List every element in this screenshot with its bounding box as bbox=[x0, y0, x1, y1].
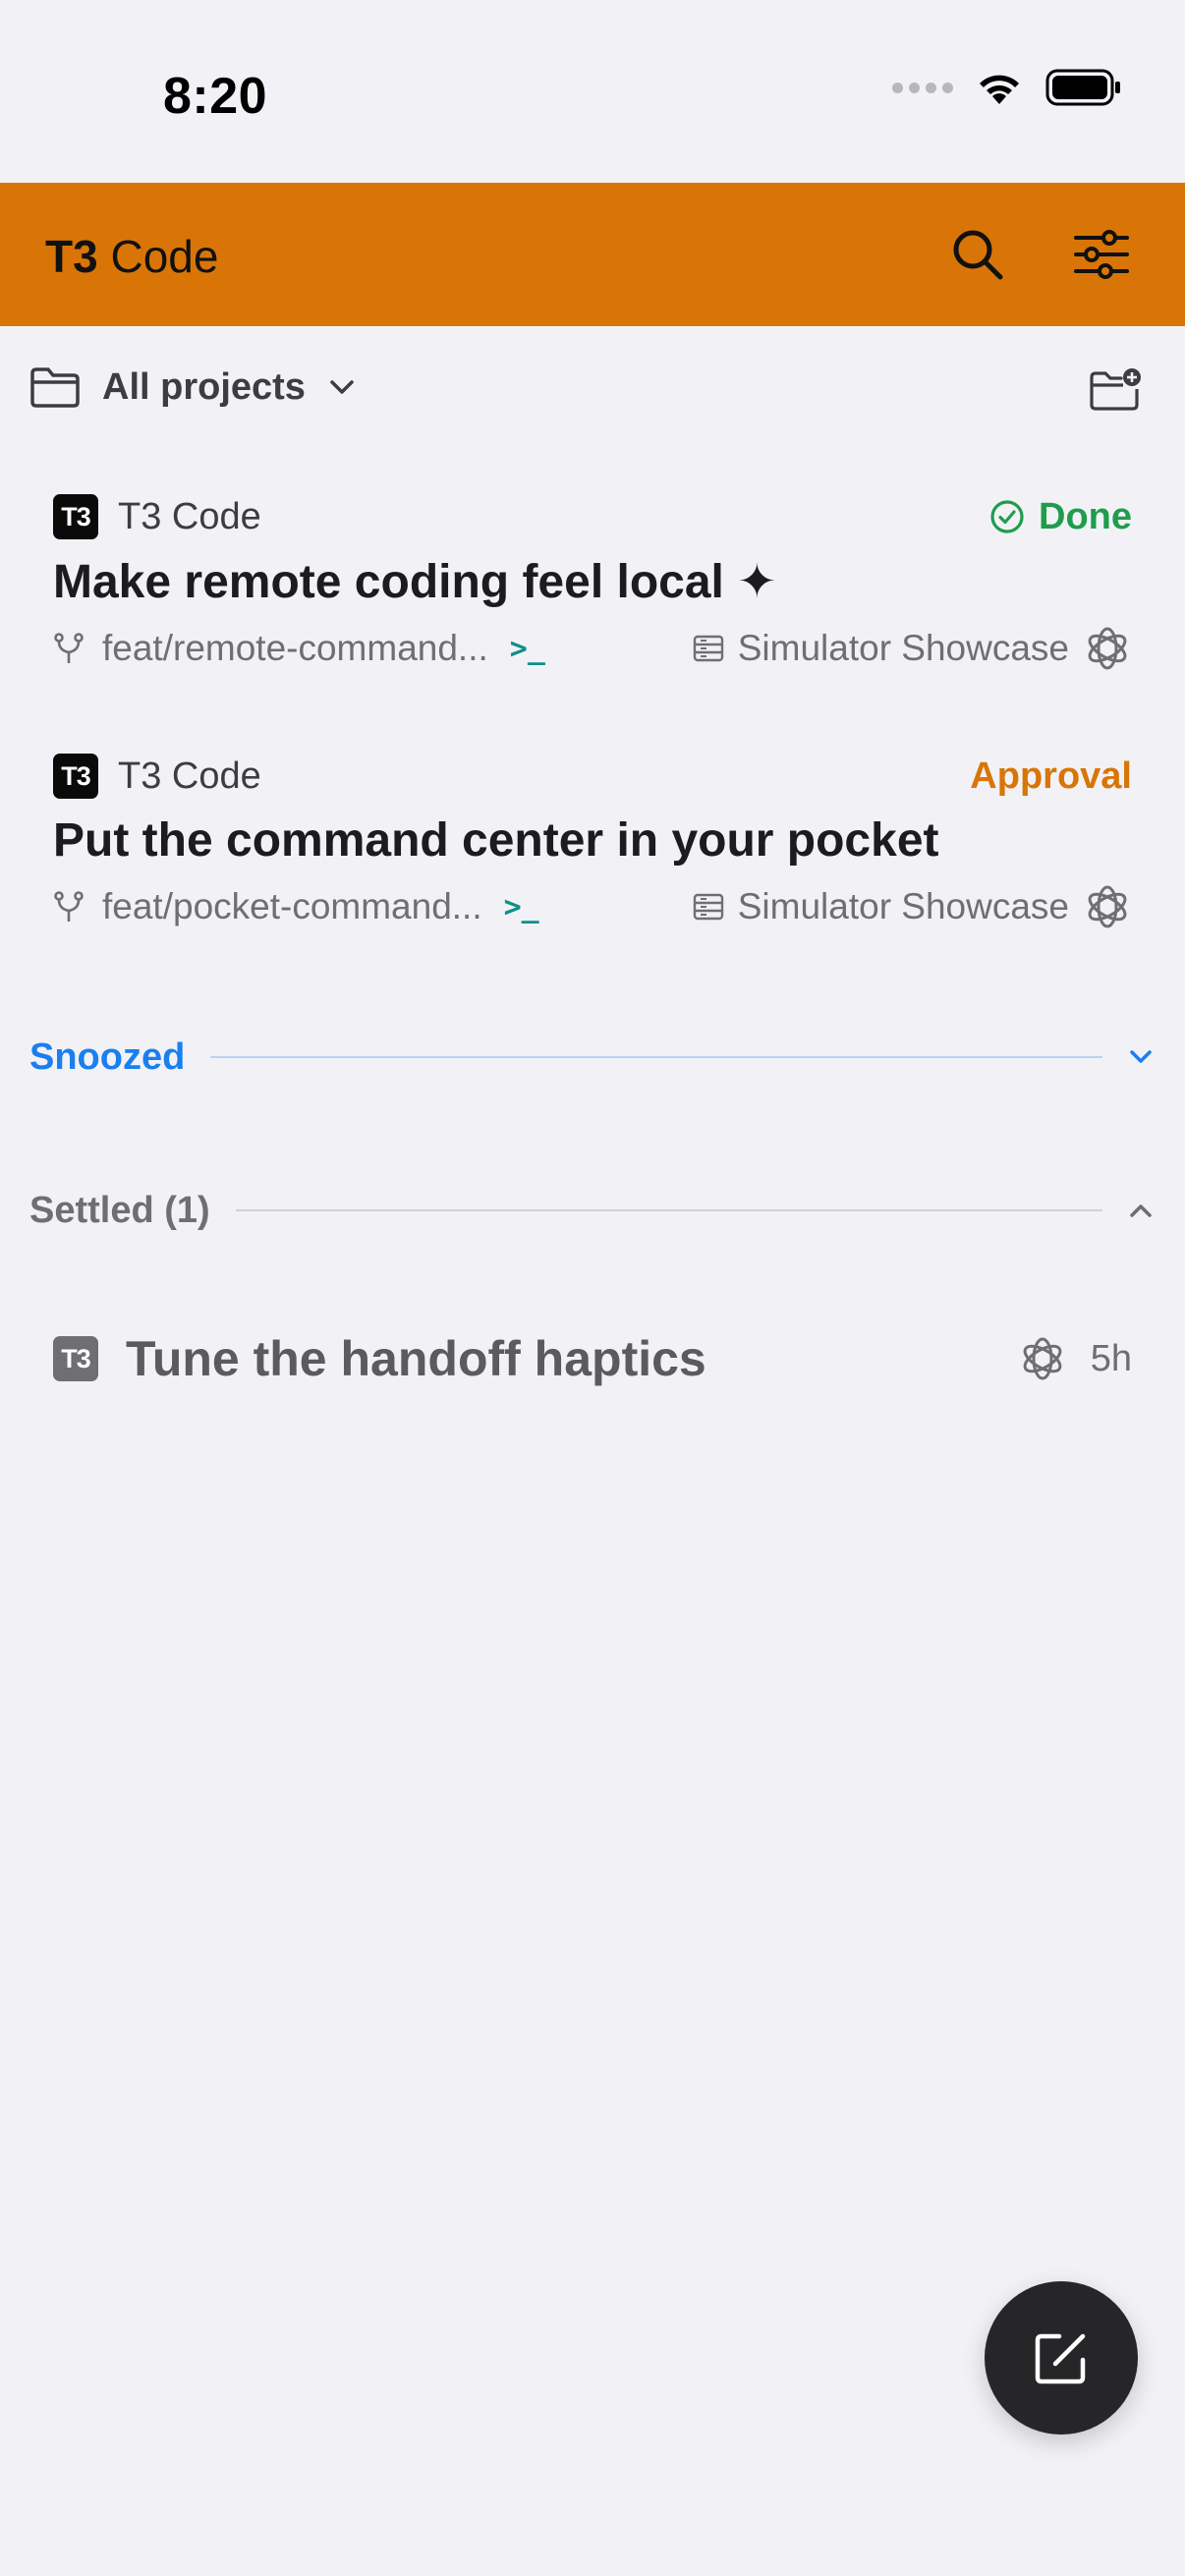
section-settled[interactable]: Settled (1) bbox=[29, 1181, 1156, 1240]
thread-age: 5h bbox=[1090, 1337, 1132, 1379]
branch-name: feat/pocket-command... bbox=[102, 886, 482, 926]
thread-title: Put the command center in your pocket bbox=[53, 814, 939, 867]
chevron-down-icon bbox=[330, 380, 354, 394]
status-badge: Approval bbox=[970, 756, 1132, 798]
project-logo: T3 bbox=[53, 494, 98, 539]
status-text: Approval bbox=[970, 755, 1132, 797]
status-time: 8:20 bbox=[163, 68, 268, 125]
terminal-icon: >_ bbox=[503, 889, 539, 924]
new-project-button[interactable] bbox=[1087, 360, 1146, 419]
folder-plus-icon bbox=[1090, 368, 1141, 411]
status-badge: Done bbox=[989, 496, 1132, 538]
section-label: Snoozed bbox=[29, 1036, 186, 1078]
chevron-up-icon bbox=[1130, 1204, 1152, 1217]
new-thread-button[interactable] bbox=[985, 2281, 1138, 2435]
thread-card[interactable]: T3 T3 Code Done Make remote coding feel … bbox=[53, 493, 1132, 676]
project-name: T3 Code bbox=[118, 495, 261, 537]
sliders-icon bbox=[1074, 230, 1129, 279]
environment-name: Simulator Showcase bbox=[737, 628, 1069, 668]
branch-name: feat/remote-command... bbox=[102, 628, 488, 668]
wifi-icon bbox=[980, 75, 1019, 104]
settled-thread-row[interactable]: T3 Tune the handoff haptics 5h bbox=[53, 1328, 1132, 1389]
search-button[interactable] bbox=[943, 220, 1012, 289]
compose-icon bbox=[1035, 2333, 1086, 2384]
server-icon bbox=[693, 893, 723, 921]
server-icon bbox=[693, 635, 723, 662]
project-name: T3 Code bbox=[118, 755, 261, 797]
filter-settings-button[interactable] bbox=[1067, 220, 1136, 289]
search-icon bbox=[953, 230, 1003, 280]
check-circle-icon bbox=[990, 500, 1024, 533]
section-label: Settled (1) bbox=[29, 1189, 210, 1231]
thread-title: Tune the handoff haptics bbox=[126, 1331, 706, 1386]
openai-icon bbox=[1088, 885, 1127, 928]
git-branch-icon bbox=[54, 891, 84, 922]
terminal-icon: >_ bbox=[509, 631, 545, 666]
status-text: Done bbox=[1039, 495, 1132, 537]
project-logo: T3 bbox=[53, 1336, 98, 1381]
chevron-down-icon bbox=[1130, 1050, 1152, 1063]
section-snoozed[interactable]: Snoozed bbox=[29, 1028, 1156, 1087]
git-branch-icon bbox=[54, 633, 84, 663]
project-logo: T3 bbox=[53, 754, 98, 799]
project-filter-label: All projects bbox=[102, 365, 306, 408]
thread-card[interactable]: T3 T3 Code Approval Put the command cent… bbox=[53, 753, 1132, 934]
status-indicators bbox=[892, 69, 1122, 106]
environment-name: Simulator Showcase bbox=[737, 886, 1069, 926]
cellular-icon bbox=[892, 82, 953, 93]
battery-icon bbox=[1045, 69, 1120, 106]
thread-title: Make remote coding feel local ✦ bbox=[53, 556, 777, 608]
app-title: T3 Code bbox=[45, 231, 219, 282]
divider bbox=[235, 1209, 1102, 1211]
divider bbox=[210, 1056, 1102, 1058]
project-filter[interactable]: All projects bbox=[29, 356, 357, 419]
openai-icon bbox=[1023, 1337, 1062, 1380]
openai-icon bbox=[1088, 627, 1127, 670]
folder-icon bbox=[30, 367, 80, 408]
